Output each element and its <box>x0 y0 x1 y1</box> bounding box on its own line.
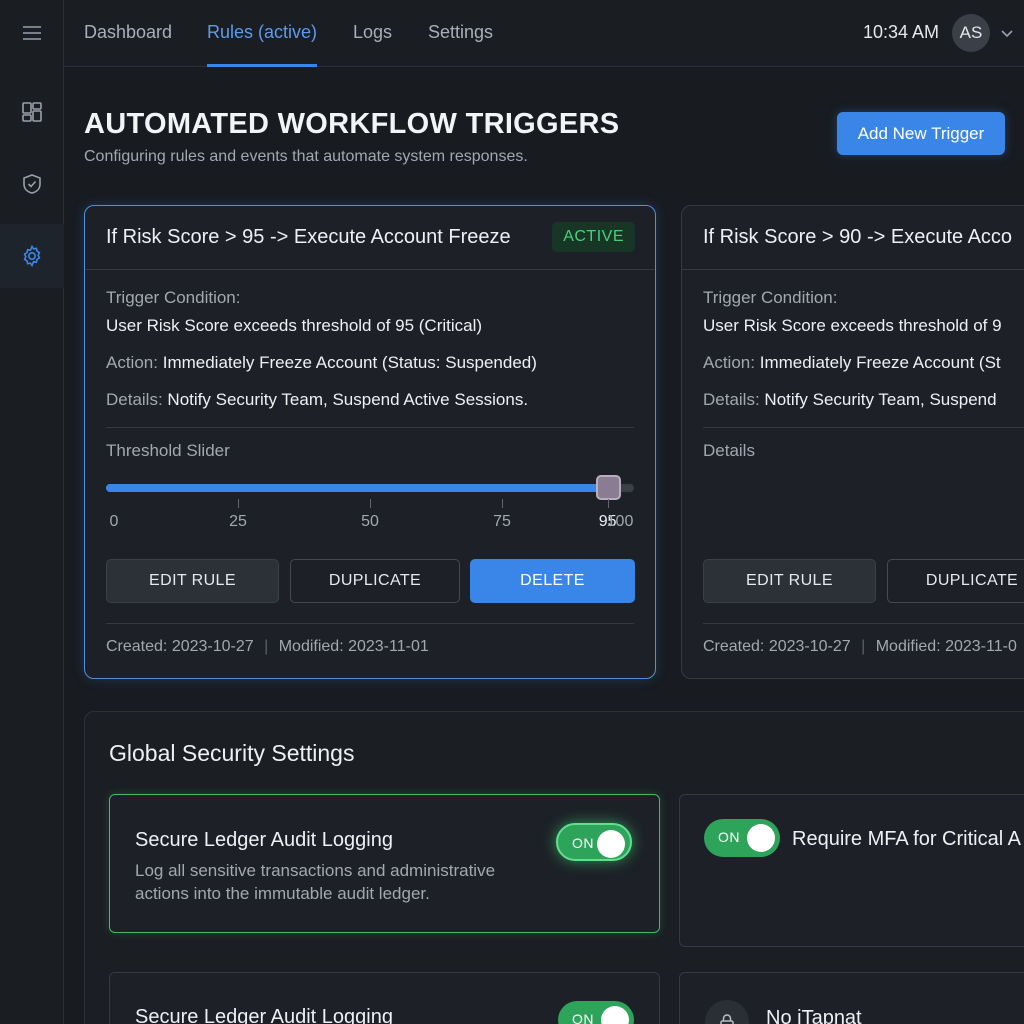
created-date: Created: 2023-10-27 <box>106 638 254 655</box>
slider-tick <box>502 499 503 508</box>
condition-value: User Risk Score exceeds threshold of 95 … <box>106 316 483 335</box>
trigger-card[interactable]: If Risk Score > 95 -> Execute Account Fr… <box>84 205 656 679</box>
slider-handle[interactable] <box>595 475 621 500</box>
settings-gear-icon[interactable] <box>0 224 64 288</box>
audit-logging-toggle-2[interactable]: ON <box>558 1001 634 1024</box>
toggle-knob <box>601 1006 629 1024</box>
action-row: Action: Immediately Freeze Account (St <box>703 353 1001 373</box>
mfa-toggle[interactable]: ON <box>704 819 780 857</box>
menu-icon[interactable] <box>0 1 64 65</box>
setting-card-mfa: ON Require MFA for Critical A <box>679 794 1024 947</box>
slider-fill <box>106 484 608 492</box>
audit-logging-toggle[interactable]: ON <box>556 823 632 861</box>
toggle-state: ON <box>718 829 740 845</box>
sidebar <box>0 0 64 1024</box>
action-value: Immediately Freeze Account (St <box>759 353 1001 372</box>
page-title: AUTOMATED WORKFLOW TRIGGERS <box>84 108 620 140</box>
setting-description: Log all sensitive transactions and admin… <box>135 861 496 903</box>
setting-title: Secure Ledger Audit Logging <box>135 829 393 851</box>
tab-dashboard[interactable]: Dashboard <box>84 22 172 67</box>
chevron-down-icon[interactable] <box>1000 26 1014 40</box>
slider-tick <box>370 499 371 508</box>
slider-tick-label: 25 <box>229 513 247 530</box>
trigger-title: If Risk Score > 95 -> Execute Account Fr… <box>106 226 511 248</box>
details-label: Details: <box>106 390 163 409</box>
threshold-slider[interactable] <box>106 475 634 500</box>
shield-icon[interactable] <box>0 152 64 216</box>
card-meta: Created: 2023-10-27 | Modified: 2023-11-… <box>703 638 1017 655</box>
delete-button[interactable]: DELETE <box>470 559 635 603</box>
setting-card-audit-logging: Secure Ledger Audit Logging Log all sens… <box>109 794 660 933</box>
slider-tick <box>607 499 609 508</box>
setting-title: Require MFA for Critical A <box>792 828 1021 850</box>
action-label: Action: <box>106 353 158 372</box>
trigger-title: If Risk Score > 90 -> Execute Acco <box>703 226 1013 248</box>
top-navigation-bar: Dashboard Rules (active) Logs Settings 1… <box>64 0 1024 67</box>
condition-label: Trigger Condition: <box>703 288 838 307</box>
slider-tick-label: 75 <box>493 513 511 530</box>
clock: 10:34 AM <box>862 22 939 42</box>
status-badge: ACTIVE <box>552 222 635 252</box>
threshold-slider-label: Threshold Slider <box>106 441 230 460</box>
trigger-card-header: If Risk Score > 95 -> Execute Account Fr… <box>85 206 655 270</box>
slider-tick-label: 100 <box>606 513 634 530</box>
duplicate-button[interactable]: DUPLICATE <box>290 559 460 603</box>
dashboard-grid-icon[interactable] <box>0 80 64 144</box>
condition-label: Trigger Condition: <box>106 288 241 307</box>
details-value: Notify Security Team, Suspend <box>764 390 997 409</box>
toggle-knob <box>597 830 625 858</box>
setting-title: Secure Ledger Audit Logging <box>135 1006 393 1024</box>
toggle-state: ON <box>572 1011 594 1024</box>
toggle-knob <box>747 824 775 852</box>
duplicate-button[interactable]: DUPLICATE <box>887 559 1024 603</box>
action-label: Action: <box>703 353 755 372</box>
created-date: Created: 2023-10-27 <box>703 638 851 655</box>
details-section-label: Details <box>703 441 755 460</box>
toggle-state: ON <box>572 835 594 851</box>
trigger-card-header: If Risk Score > 90 -> Execute Acco <box>682 206 1024 270</box>
condition-value: User Risk Score exceeds threshold of 9 <box>703 316 1002 335</box>
divider <box>703 623 1024 624</box>
modified-date: Modified: 2023-11-0 <box>875 638 1017 655</box>
details-row: Details: Notify Security Team, Suspend <box>703 390 997 410</box>
setting-card-audit-logging-2: Secure Ledger Audit Logging ON <box>109 972 660 1024</box>
details-row: Details: Notify Security Team, Suspend A… <box>106 390 528 410</box>
details-value: Notify Security Team, Suspend Active Ses… <box>167 390 529 409</box>
divider <box>106 623 634 624</box>
trigger-card[interactable]: If Risk Score > 90 -> Execute Acco Trigg… <box>681 205 1024 679</box>
modified-date: Modified: 2023-11-01 <box>278 638 429 655</box>
tab-settings[interactable]: Settings <box>428 22 493 67</box>
edit-rule-button[interactable]: EDIT RULE <box>106 559 279 603</box>
edit-rule-button[interactable]: EDIT RULE <box>703 559 876 603</box>
section-title: Global Security Settings <box>109 740 355 766</box>
tab-logs[interactable]: Logs <box>353 22 392 67</box>
avatar[interactable]: AS <box>952 14 990 52</box>
setting-title: No iTapnat <box>766 1007 862 1024</box>
action-value: Immediately Freeze Account (Status: Susp… <box>162 353 537 372</box>
action-row: Action: Immediately Freeze Account (Stat… <box>106 353 537 373</box>
add-new-trigger-button[interactable]: Add New Trigger <box>837 112 1005 155</box>
slider-tick-label: 0 <box>109 513 119 530</box>
slider-tick-label: 50 <box>361 513 379 530</box>
card-meta: Created: 2023-10-27 | Modified: 2023-11-… <box>106 638 429 655</box>
slider-tick <box>238 499 239 508</box>
tab-rules[interactable]: Rules (active) <box>207 22 318 67</box>
divider <box>703 427 1024 428</box>
details-label: Details: <box>703 390 760 409</box>
divider <box>106 427 634 428</box>
page-subtitle: Configuring rules and events that automa… <box>84 148 528 165</box>
